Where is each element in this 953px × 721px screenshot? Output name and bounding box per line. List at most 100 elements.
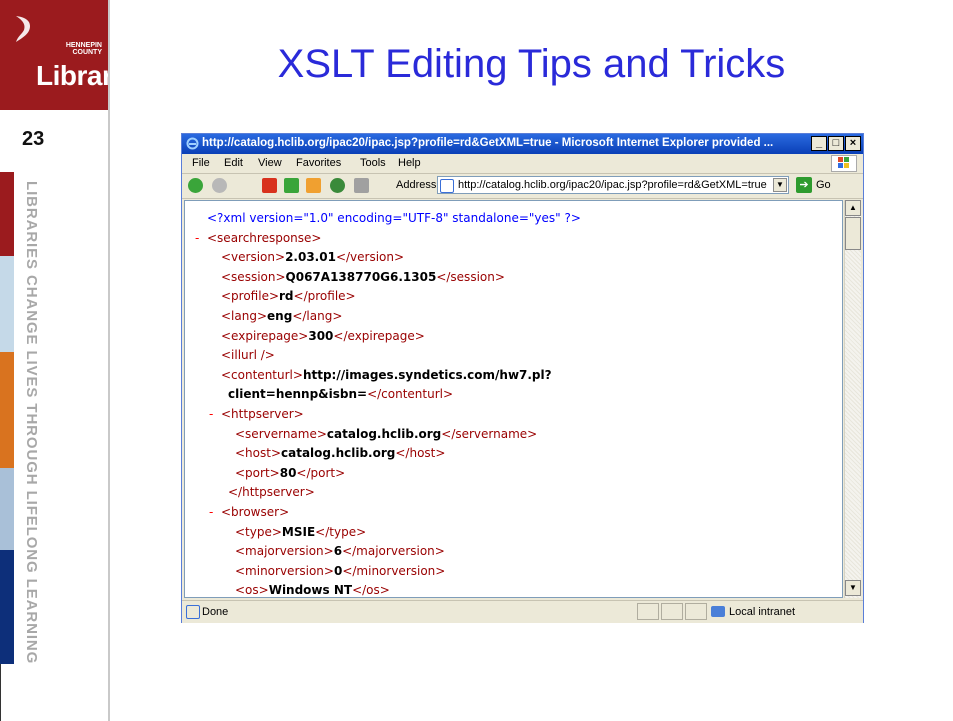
toolbar: Address http://catalog.hclib.org/ipac20/… (182, 174, 863, 199)
menu-help[interactable]: Help (398, 157, 421, 169)
window-titlebar: http://catalog.hclib.org/ipac20/ipac.jsp… (182, 134, 863, 154)
xml-open-tag: <version> (221, 250, 286, 265)
xml-line-content: <lang>eng</lang> (221, 307, 342, 327)
xml-open-tag: <host> (235, 446, 282, 461)
print-icon[interactable] (354, 178, 369, 193)
stripe-white (0, 664, 14, 721)
xml-line-content: client=hennp&isbn=</contenturl> (228, 385, 453, 405)
menu-edit[interactable]: Edit (224, 157, 243, 169)
menu-bar: File Edit View Favorites Tools Help (182, 154, 863, 174)
logo-org-name: HENNEPIN COUNTY (60, 42, 102, 56)
slide-title: XSLT Editing Tips and Tricks (277, 42, 786, 86)
stripe-orange (0, 352, 14, 468)
minimize-button[interactable]: _ (811, 136, 827, 151)
xml-value: 2.03.01 (285, 250, 336, 265)
xml-open-tag: <browser> (221, 505, 290, 519)
xml-line-content: <expirepage>300</expirepage> (221, 327, 425, 347)
back-arrow-icon[interactable] (188, 178, 203, 193)
xml-close-tag: </expirepage> (333, 328, 425, 343)
xml-close-tag: </port> (296, 465, 346, 480)
xml-close-tag: </majorversion> (342, 544, 445, 559)
xml-line-content: <profile>rd</profile> (221, 287, 356, 307)
collapse-toggle[interactable]: - (195, 229, 199, 249)
xml-open-tag: <profile> (221, 289, 280, 304)
xml-open-tag: <expirepage> (221, 328, 309, 343)
xml-value: eng (267, 309, 293, 323)
refresh-icon[interactable] (284, 178, 299, 193)
vertical-scrollbar[interactable]: ▲ ▼ (844, 200, 861, 598)
sidebar-tagline-text: LIBRARIES CHANGE LIVES THROUGH LIFELONG … (23, 181, 40, 665)
go-arrow-icon[interactable]: ➔ (796, 177, 812, 193)
xml-line-content: <illurl /> (221, 346, 275, 366)
xml-value: Q067A138770G6.1305 (285, 269, 437, 284)
menu-tools[interactable]: Tools (360, 157, 386, 169)
xml-open-tag: <searchresponse> (207, 230, 322, 245)
bird-logo-icon (16, 16, 30, 42)
stripe-steel-blue (0, 468, 14, 550)
menu-view[interactable]: View (258, 157, 282, 169)
security-zone: Local intranet (709, 604, 829, 620)
ie-window: http://catalog.hclib.org/ipac20/ipac.jsp… (181, 133, 864, 623)
address-label: Address (396, 179, 437, 191)
xml-close-tag: </version> (335, 250, 405, 265)
xml-open-tag: <httpserver> (221, 407, 304, 421)
address-value: http://catalog.hclib.org/ipac20/ipac.jsp… (458, 179, 767, 191)
xml-line-content: <httpserver> (221, 405, 304, 425)
address-dropdown-button[interactable]: ▼ (773, 178, 787, 192)
intranet-icon (711, 606, 725, 617)
xml-value: catalog.hclib.org (281, 446, 396, 461)
xml-close-tag: </servername> (441, 426, 538, 441)
windows-flag-icon (831, 155, 857, 172)
ie-logo-icon (186, 137, 199, 150)
xml-line-content: </httpserver> (228, 483, 315, 503)
xml-line-content: <searchresponse> (207, 229, 321, 249)
status-pane-1 (637, 603, 659, 620)
xml-open-tag: <port> (235, 465, 280, 480)
xml-open-tag: <type> (235, 524, 282, 539)
xml-value: 80 (279, 465, 297, 480)
xml-open-tag: <minorversion> (235, 563, 334, 578)
xml-close-tag: </type> (315, 524, 367, 539)
xml-line-content: <os>Windows NT</os> (235, 581, 390, 598)
xml-value: client=hennp&isbn= (228, 387, 368, 402)
logo-org-line2: COUNTY (72, 49, 102, 56)
status-pane-2 (661, 603, 683, 620)
collapse-toggle[interactable]: - (209, 405, 213, 425)
go-button[interactable]: Go (816, 179, 831, 191)
xml-close-tag: </profile> (293, 289, 356, 304)
xml-line-content: <version>2.03.01</version> (221, 248, 404, 268)
maximize-button[interactable]: □ (828, 136, 844, 151)
xml-close-tag: </session> (436, 269, 505, 284)
xml-line-content: <majorversion>6</majorversion> (235, 542, 445, 562)
xml-open-tag: <illurl /> (221, 348, 275, 363)
xml-content-area: <?xml version="1.0" encoding="UTF-8" sta… (184, 200, 843, 598)
favorites-icon[interactable] (330, 178, 345, 193)
xml-value: rd (279, 289, 294, 304)
stripe-light-blue (0, 256, 14, 352)
collapse-toggle[interactable]: - (209, 503, 213, 523)
scroll-down-button[interactable]: ▼ (845, 580, 861, 596)
xml-line-content: <session>Q067A138770G6.1305</session> (221, 268, 505, 288)
scroll-thumb[interactable] (845, 217, 861, 250)
color-stripe (0, 172, 14, 721)
xml-value: http://images.syndetics.com/hw7.pl? (302, 367, 552, 382)
xml-line-content: <contenturl>http://images.syndetics.com/… (221, 366, 552, 386)
xml-value: 6 (333, 544, 343, 559)
stripe-red (0, 172, 14, 256)
xml-open-tag: <contenturl> (221, 367, 303, 382)
xml-close-tag: </minorversion> (342, 563, 446, 578)
xml-close-tag: </os> (352, 583, 390, 598)
forward-arrow-icon[interactable] (212, 178, 227, 193)
stop-icon[interactable] (262, 178, 277, 193)
close-button[interactable]: × (845, 136, 861, 151)
slide-number: 23 (22, 128, 45, 150)
xml-value: catalog.hclib.org (326, 426, 442, 441)
scroll-up-button[interactable]: ▲ (845, 200, 861, 216)
xml-open-tag: <os> (235, 583, 269, 598)
home-icon[interactable] (306, 178, 321, 193)
xml-line-content: <type>MSIE</type> (235, 523, 366, 543)
address-input[interactable]: http://catalog.hclib.org/ipac20/ipac.jsp… (437, 176, 789, 194)
menu-file[interactable]: File (192, 157, 210, 169)
sidebar: HENNEPIN COUNTY Library 23 LIBRARIES CHA… (0, 0, 128, 721)
menu-favorites[interactable]: Favorites (296, 157, 341, 169)
